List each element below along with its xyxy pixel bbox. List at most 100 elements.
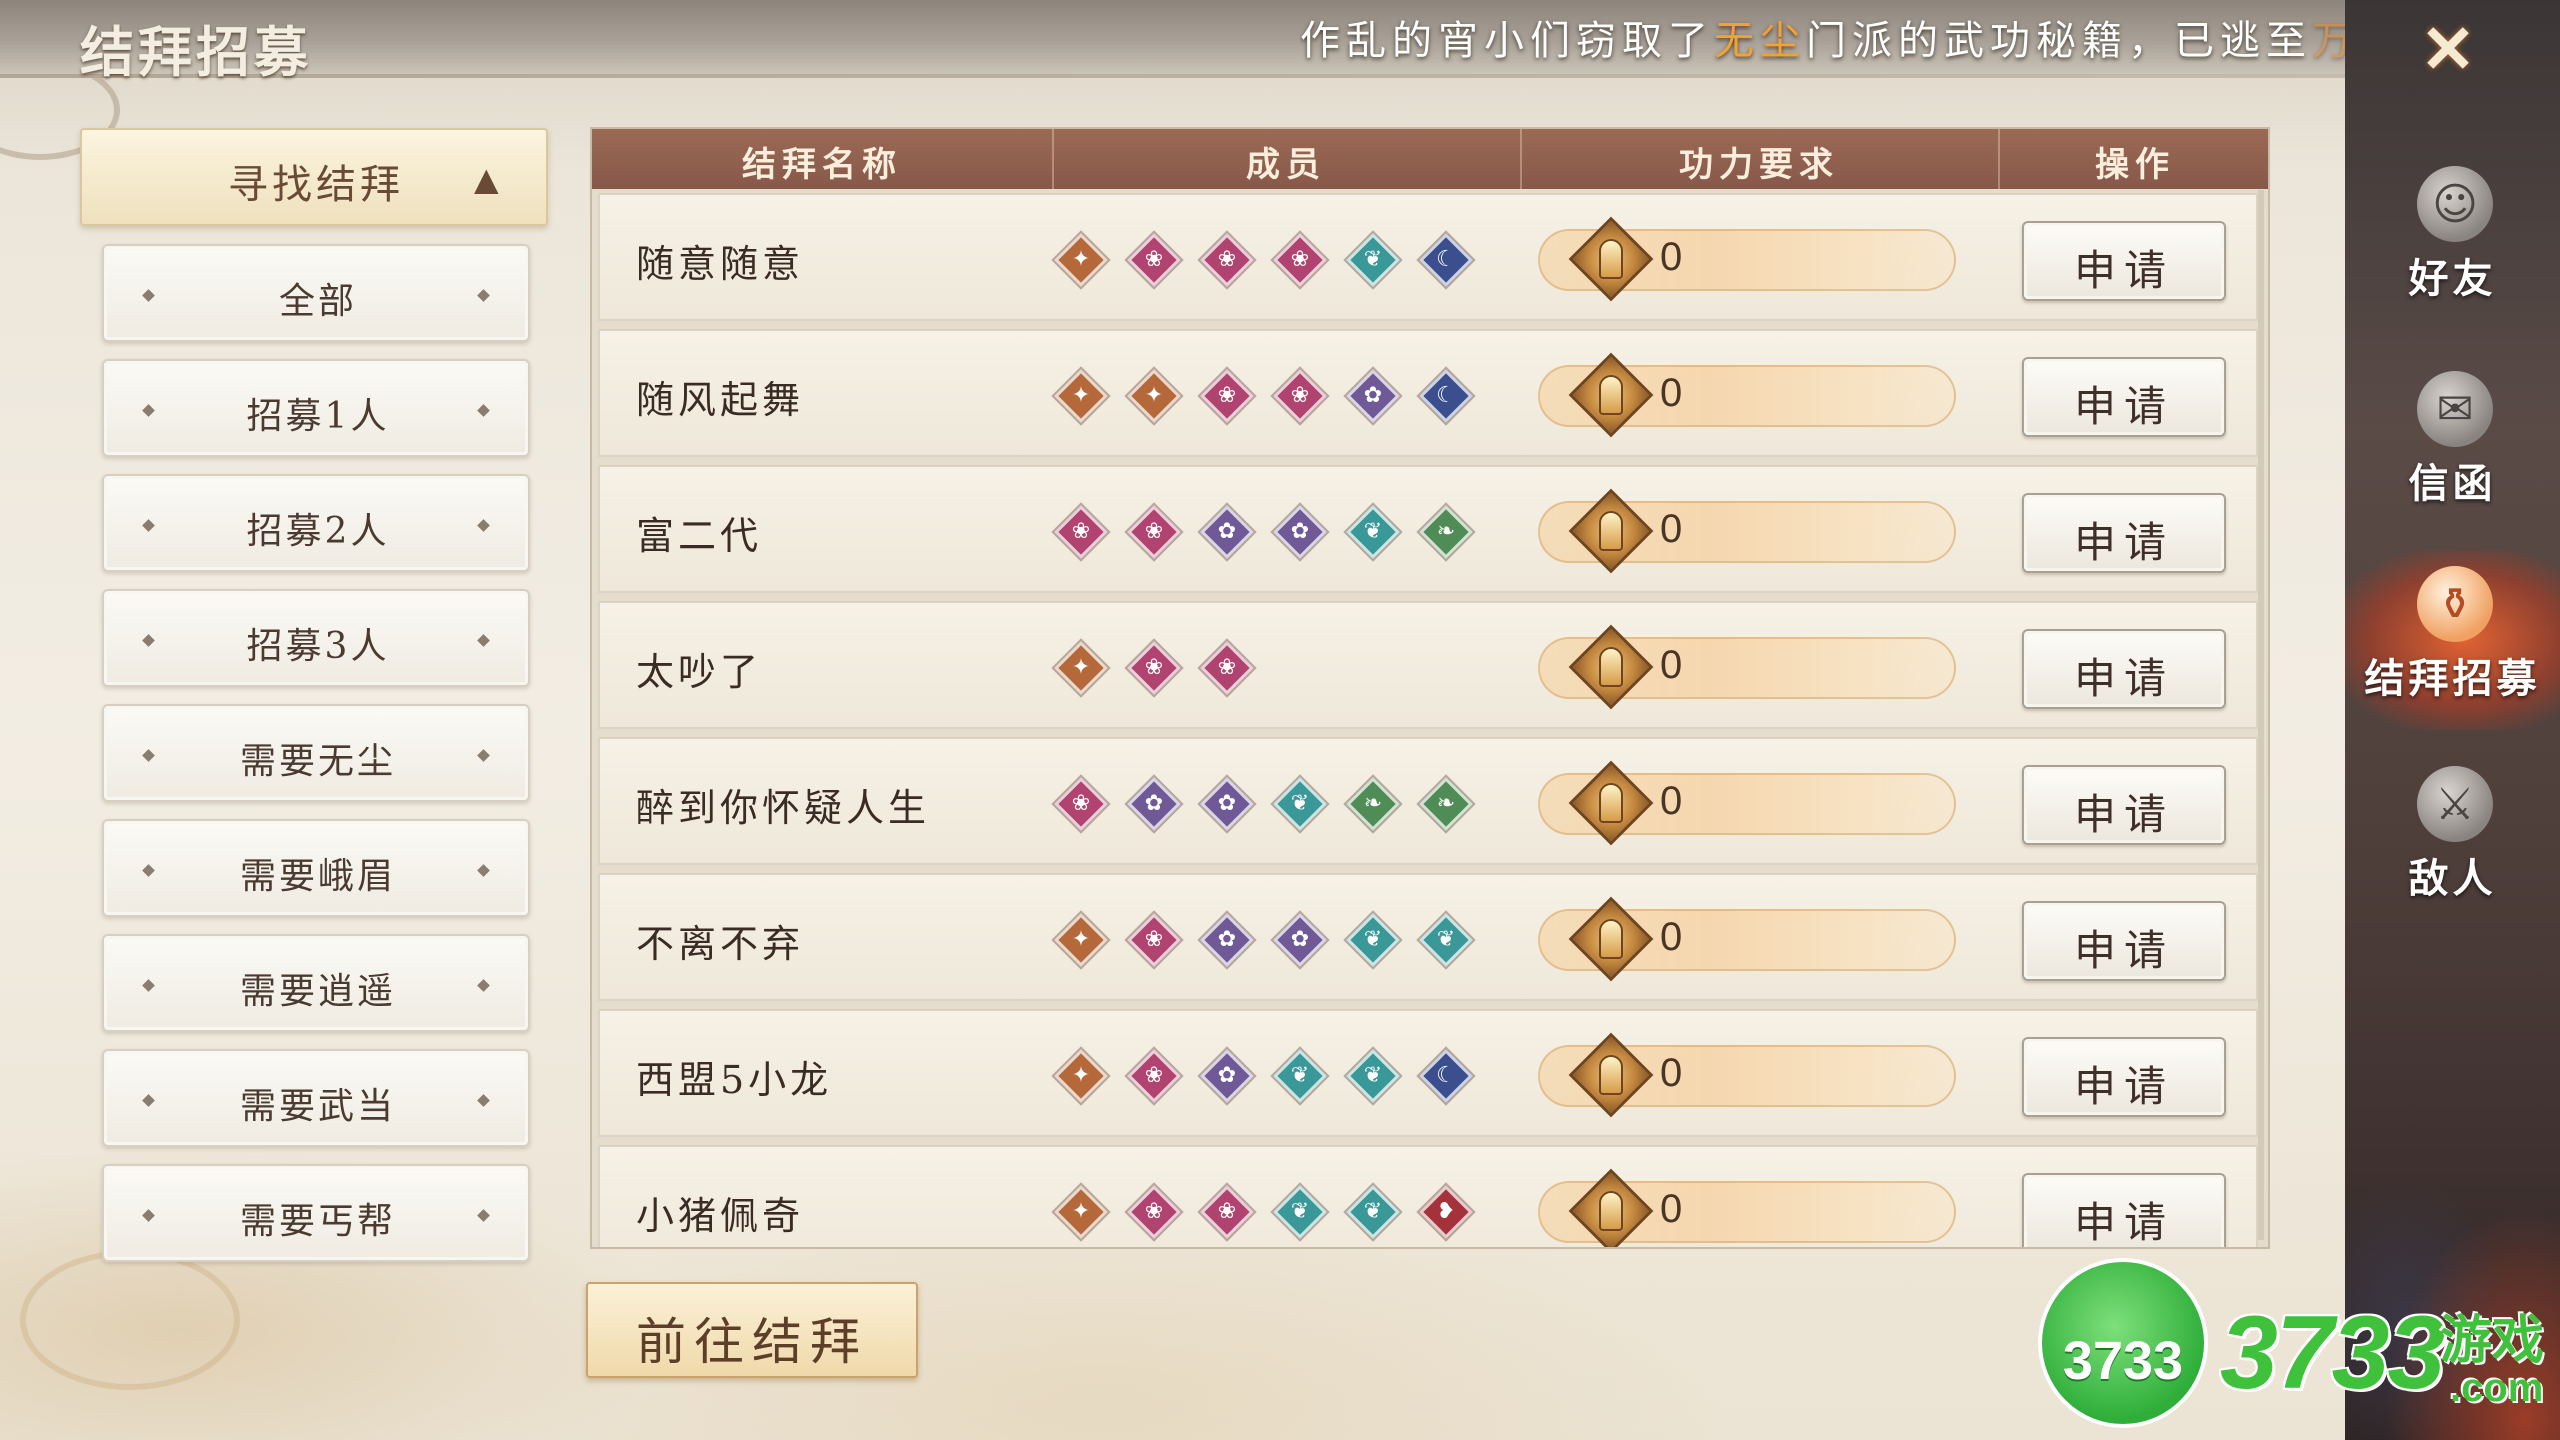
table-row: 随意随意 ✦ ❀ ❀ ❀ ❦ ☾ 0 申请 [598, 193, 2258, 321]
filter-dropdown-header[interactable]: 寻找结拜 ▲ [80, 128, 548, 226]
table-row: 太吵了 ✦ ❀ ❀ 0 申请 [598, 601, 2258, 729]
filter-item-label: 需要无尘 [239, 741, 396, 782]
member-sect-icon: ☾ [1419, 1049, 1473, 1103]
apply-button[interactable]: 申请 [2022, 221, 2226, 301]
power-medal-icon [1565, 485, 1657, 577]
member-sect-icon: ❧ [1419, 505, 1473, 559]
apply-button[interactable]: 申请 [2022, 493, 2226, 573]
watermark-brand: 3733 [2220, 1295, 2445, 1411]
sworn-name: 富二代 [636, 514, 763, 558]
background-swirl [20, 1250, 240, 1390]
member-sect-icon: ✿ [1200, 505, 1254, 559]
filter-item[interactable]: 需要丐帮 [102, 1164, 530, 1262]
member-sect-icon: ✿ [1200, 913, 1254, 967]
table-row: 不离不弃 ✦ ❀ ✿ ✿ ❦ ❦ 0 申请 [598, 873, 2258, 1001]
filter-item[interactable]: 全部 [102, 244, 530, 342]
member-sect-icon: ❀ [1127, 233, 1181, 287]
filter-item-label: 需要丐帮 [239, 1201, 396, 1242]
requirement-value: 0 [1660, 507, 1683, 551]
member-sect-icon: ✦ [1054, 1185, 1108, 1239]
member-sect-icon: ❀ [1200, 1185, 1254, 1239]
watermark-domain: .com [2450, 1366, 2544, 1410]
filter-panel: 寻找结拜 ▲ 全部招募1人招募2人招募3人需要无尘需要峨眉需要逍遥需要武当需要丐… [80, 128, 548, 1262]
table-header: 结拜名称 成员 功力要求 操作 [592, 129, 2268, 189]
filter-item[interactable]: 需要无尘 [102, 704, 530, 802]
filter-item[interactable]: 招募2人 [102, 474, 530, 572]
nav-item[interactable]: ✉ 信函 [2345, 355, 2560, 535]
sworn-name: 随风起舞 [636, 378, 805, 422]
apply-button[interactable]: 申请 [2022, 765, 2226, 845]
requirement-value: 0 [1660, 915, 1683, 959]
sworn-name: 随意随意 [636, 242, 805, 286]
requirement-value: 0 [1660, 1051, 1683, 1095]
member-sect-icon: ❦ [1346, 1049, 1400, 1103]
power-medal-icon [1565, 213, 1657, 305]
filter-item[interactable]: 需要峨眉 [102, 819, 530, 917]
apply-button[interactable]: 申请 [2022, 901, 2226, 981]
letter-icon: ✉ [2417, 371, 2493, 447]
member-sect-icon: ✦ [1054, 641, 1108, 695]
apply-button[interactable]: 申请 [2022, 1173, 2226, 1247]
apply-button[interactable]: 申请 [2022, 1037, 2226, 1117]
filter-item-label: 全部 [278, 281, 357, 322]
goto-sworn-button[interactable]: 前往结拜 [586, 1282, 918, 1378]
close-icon[interactable]: ✕ [2405, 6, 2491, 92]
power-medal-icon [1565, 757, 1657, 849]
filter-item-label: 招募2人 [246, 511, 390, 552]
filter-item-label: 需要逍遥 [239, 971, 396, 1012]
member-sect-icon: ❀ [1200, 641, 1254, 695]
member-sect-icon: ❦ [1346, 1185, 1400, 1239]
member-sect-icon: ❀ [1273, 233, 1327, 287]
sworn-list-table: 结拜名称 成员 功力要求 操作 随意随意 ✦ ❀ ❀ ❀ ❦ ☾ 0 申请 随风起舞 ✦ ✦ ❀ ❀ ✿ ☾ 0… [590, 127, 2270, 1249]
power-medal-icon [1565, 349, 1657, 441]
sworn-name: 醉到你怀疑人生 [636, 786, 931, 830]
table-row: 随风起舞 ✦ ✦ ❀ ❀ ✿ ☾ 0 申请 [598, 329, 2258, 457]
table-row: 小猪佩奇 ✦ ❀ ❀ ❦ ❦ ❥ 0 申请 [598, 1145, 2258, 1247]
table-row: 西盟5小龙 ✦ ❀ ✿ ❦ ❦ ☾ 0 申请 [598, 1009, 2258, 1137]
filter-item[interactable]: 招募1人 [102, 359, 530, 457]
requirement-value: 0 [1660, 643, 1683, 687]
filter-item[interactable]: 招募3人 [102, 589, 530, 687]
member-sect-icon: ❦ [1273, 777, 1327, 831]
member-sect-icon: ❥ [1419, 1185, 1473, 1239]
requirement-value: 0 [1660, 235, 1683, 279]
member-sect-icon: ❀ [1273, 369, 1327, 423]
power-medal-icon [1565, 1029, 1657, 1121]
requirement-value: 0 [1660, 371, 1683, 415]
watermark-cn: 游戏 [2440, 1311, 2545, 1371]
member-sect-icon: ❦ [1419, 913, 1473, 967]
member-sect-icon: ☾ [1419, 369, 1473, 423]
apply-button[interactable]: 申请 [2022, 357, 2226, 437]
member-sect-icon: ❧ [1346, 777, 1400, 831]
member-sect-icon: ✦ [1127, 369, 1181, 423]
member-sect-icon: ❀ [1054, 505, 1108, 559]
sworn-name: 太吵了 [636, 650, 763, 694]
member-sect-icon: ❦ [1273, 1185, 1327, 1239]
table-scrollbar[interactable] [2258, 190, 2264, 1240]
member-sect-icon: ✦ [1054, 233, 1108, 287]
member-sect-icon: ❀ [1127, 913, 1181, 967]
requirement-value: 0 [1660, 779, 1683, 823]
power-medal-icon [1565, 1165, 1657, 1247]
nav-item[interactable]: ⚔ 敌人 [2345, 750, 2560, 930]
member-sect-icon: ✿ [1127, 777, 1181, 831]
nav-item[interactable]: ⚱ 结拜招募 [2345, 550, 2560, 730]
member-sect-icon: ✿ [1200, 1049, 1254, 1103]
filter-item[interactable]: 需要武当 [102, 1049, 530, 1147]
apply-button[interactable]: 申请 [2022, 629, 2226, 709]
nav-item[interactable]: ☺ 好友 [2345, 150, 2560, 330]
filter-item-label: 招募3人 [246, 626, 390, 667]
member-sect-icon: ✿ [1273, 913, 1327, 967]
table-row: 富二代 ❀ ❀ ✿ ✿ ❦ ❧ 0 申请 [598, 465, 2258, 593]
member-sect-icon: ❀ [1127, 1185, 1181, 1239]
filter-item[interactable]: 需要逍遥 [102, 934, 530, 1032]
column-members-header: 成员 [1246, 145, 1326, 185]
column-action-header: 操作 [2095, 145, 2175, 185]
member-sect-icon: ✿ [1346, 369, 1400, 423]
nav-item-label: 结拜招募 [2364, 655, 2541, 702]
nav-item-label: 敌人 [2408, 855, 2497, 902]
sworn-name: 西盟5小龙 [636, 1058, 833, 1102]
member-sect-icon: ✿ [1200, 777, 1254, 831]
table-row: 醉到你怀疑人生 ❀ ✿ ✿ ❦ ❧ ❧ 0 申请 [598, 737, 2258, 865]
member-sect-icon: ❦ [1273, 1049, 1327, 1103]
